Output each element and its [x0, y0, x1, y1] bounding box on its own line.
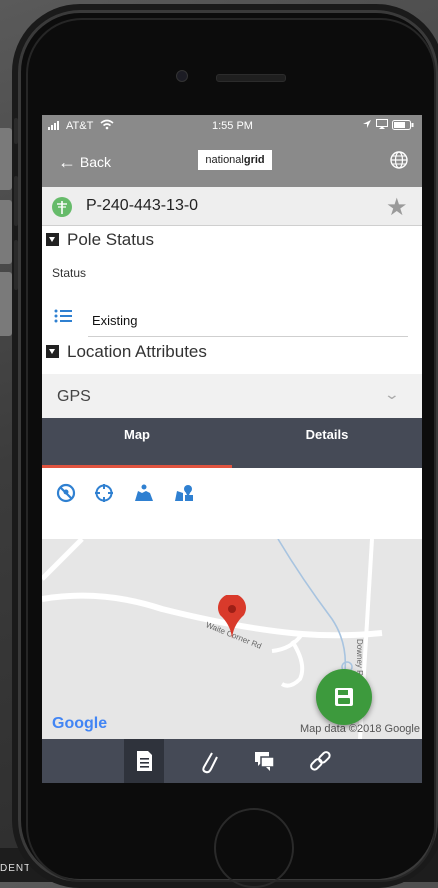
google-logo-text: Google: [52, 715, 108, 732]
map-pin-icon[interactable]: [217, 593, 247, 644]
map-toolbar: [42, 468, 422, 518]
field-underline: [88, 336, 408, 337]
map-layers-icon[interactable]: [174, 483, 194, 503]
list-icon: [54, 309, 72, 323]
nav-bar: ← Back nationalgrid: [42, 137, 422, 187]
collapse-triangle-icon: [46, 233, 59, 246]
record-header: P-240-443-13-0 ★: [42, 187, 422, 226]
tab-map[interactable]: Map: [42, 418, 232, 468]
back-label: Back: [79, 154, 112, 170]
bottom-action-bar: [42, 739, 422, 783]
logo-prefix: national: [205, 154, 244, 166]
section-label: Pole Status: [67, 230, 154, 249]
wifi-icon: [100, 119, 114, 133]
background-bar: [0, 128, 12, 190]
front-camera: [176, 70, 188, 82]
status-field-label: Status: [52, 266, 87, 280]
gps-label: GPS: [57, 388, 91, 405]
status-field[interactable]: Existing: [42, 288, 422, 340]
back-button[interactable]: ← Back: [58, 152, 111, 173]
home-button[interactable]: [214, 808, 294, 888]
comments-icon[interactable]: [244, 739, 284, 783]
location-arrow-icon: [362, 119, 372, 132]
footer-text: DENT: [0, 863, 32, 874]
location-attributes-section-header[interactable]: Location Attributes: [42, 340, 422, 364]
pole-status-section-header[interactable]: Pole Status: [42, 228, 422, 252]
floppy-disk-icon: [335, 688, 353, 706]
map-details-tabs: Map Details: [42, 418, 422, 468]
volume-down-button: [14, 240, 18, 290]
paperclip-icon[interactable]: [188, 739, 228, 783]
volume-up-button: [14, 176, 18, 226]
document-icon[interactable]: [124, 739, 164, 783]
national-grid-logo: nationalgrid: [198, 150, 272, 170]
clock: 1:55 PM: [212, 120, 253, 132]
signal-icon: [48, 120, 62, 133]
save-button[interactable]: [316, 669, 372, 725]
status-bar: AT&T 1:55 PM: [42, 115, 422, 137]
collapse-triangle-icon: [46, 345, 59, 358]
logo-suffix: grid: [243, 154, 265, 166]
crosshair-icon[interactable]: [94, 483, 114, 503]
carrier-label: AT&T: [66, 120, 94, 132]
mute-switch: [14, 118, 18, 144]
tab-details[interactable]: Details: [232, 418, 422, 468]
gps-dropdown[interactable]: GPS ⌄: [42, 374, 422, 418]
background-bar: [0, 200, 12, 264]
globe-icon[interactable]: [390, 151, 408, 169]
link-icon[interactable]: [300, 739, 340, 783]
map-person-icon[interactable]: [134, 483, 154, 503]
star-icon[interactable]: ★: [386, 193, 408, 222]
earpiece-speaker: [216, 74, 286, 82]
chevron-down-icon: ⌄: [383, 386, 401, 402]
section-label: Location Attributes: [67, 342, 207, 361]
pole-icon: [52, 197, 72, 217]
app-screen: AT&T 1:55 PM ← Back nationalgrid P-240-4…: [42, 115, 422, 783]
google-logo: Google: [52, 715, 107, 733]
screen-mirror-icon: [376, 119, 388, 132]
status-value: Existing: [92, 313, 138, 328]
record-title: P-240-443-13-0: [86, 197, 199, 214]
arrow-left-icon: ←: [58, 152, 76, 172]
background-bar: [0, 272, 12, 336]
pin-off-icon[interactable]: [56, 483, 76, 503]
battery-icon: [392, 120, 414, 133]
